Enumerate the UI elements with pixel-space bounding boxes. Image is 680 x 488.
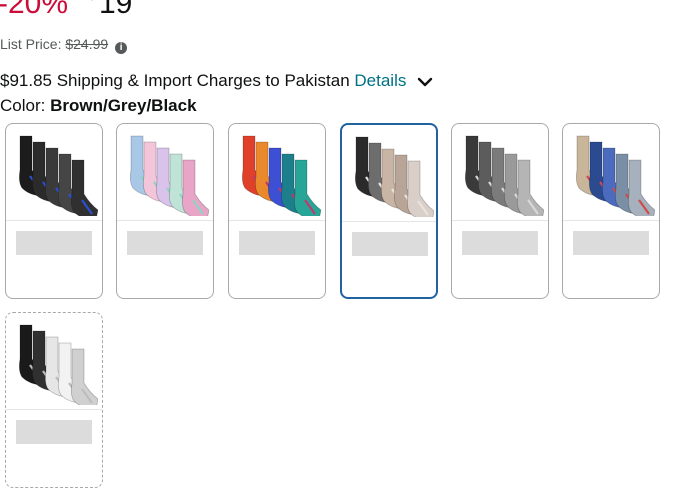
color-swatch[interactable] — [5, 312, 103, 488]
swatch-product-image — [18, 324, 98, 405]
swatch-product-image — [241, 135, 321, 216]
color-selector-label: Color: Brown/Grey/Black — [0, 96, 197, 116]
swatch-divider — [117, 220, 213, 221]
swatch-product-image — [354, 136, 434, 217]
color-swatch[interactable] — [562, 123, 660, 299]
color-swatch[interactable] — [451, 123, 549, 299]
color-swatch[interactable] — [5, 123, 103, 299]
discount-percent: -20% — [0, 0, 69, 20]
swatch-product-image — [464, 135, 544, 216]
shipping-text: $91.85 Shipping & Import Charges to Paki… — [0, 71, 350, 90]
swatch-product-image — [18, 135, 98, 216]
list-price: List Price: $24.99 i — [0, 36, 128, 54]
swatch-price-placeholder — [127, 231, 203, 255]
swatch-price-placeholder — [16, 231, 92, 255]
color-swatch[interactable] — [116, 123, 214, 299]
swatch-divider — [452, 220, 548, 221]
shipping-info: $91.85 Shipping & Import Charges to Paki… — [0, 71, 433, 93]
swatch-price-placeholder — [16, 420, 92, 444]
info-icon[interactable]: i — [115, 42, 128, 54]
swatch-divider — [229, 220, 325, 221]
swatch-product-image — [575, 135, 655, 216]
swatch-divider — [6, 409, 102, 410]
swatch-divider — [6, 220, 102, 221]
chevron-down-icon[interactable] — [417, 73, 433, 93]
swatch-price-placeholder — [462, 231, 538, 255]
shipping-details-link[interactable]: Details — [354, 71, 406, 90]
swatch-product-image — [129, 135, 209, 216]
swatch-price-placeholder — [573, 231, 649, 255]
price-fraction: 99 — [138, 0, 154, 2]
color-label: Color: — [0, 96, 46, 115]
swatch-divider — [342, 221, 436, 222]
price-currency: $ — [88, 0, 96, 2]
list-price-value: $24.99 — [65, 36, 109, 52]
swatch-divider — [563, 220, 659, 221]
swatch-price-placeholder — [352, 232, 428, 256]
list-price-label: List Price: — [0, 36, 62, 52]
color-swatch[interactable] — [340, 123, 438, 299]
price-whole: 19 — [99, 0, 133, 20]
color-swatch[interactable] — [228, 123, 326, 299]
swatch-price-placeholder — [239, 231, 315, 255]
selected-color-name: Brown/Grey/Black — [50, 96, 197, 115]
